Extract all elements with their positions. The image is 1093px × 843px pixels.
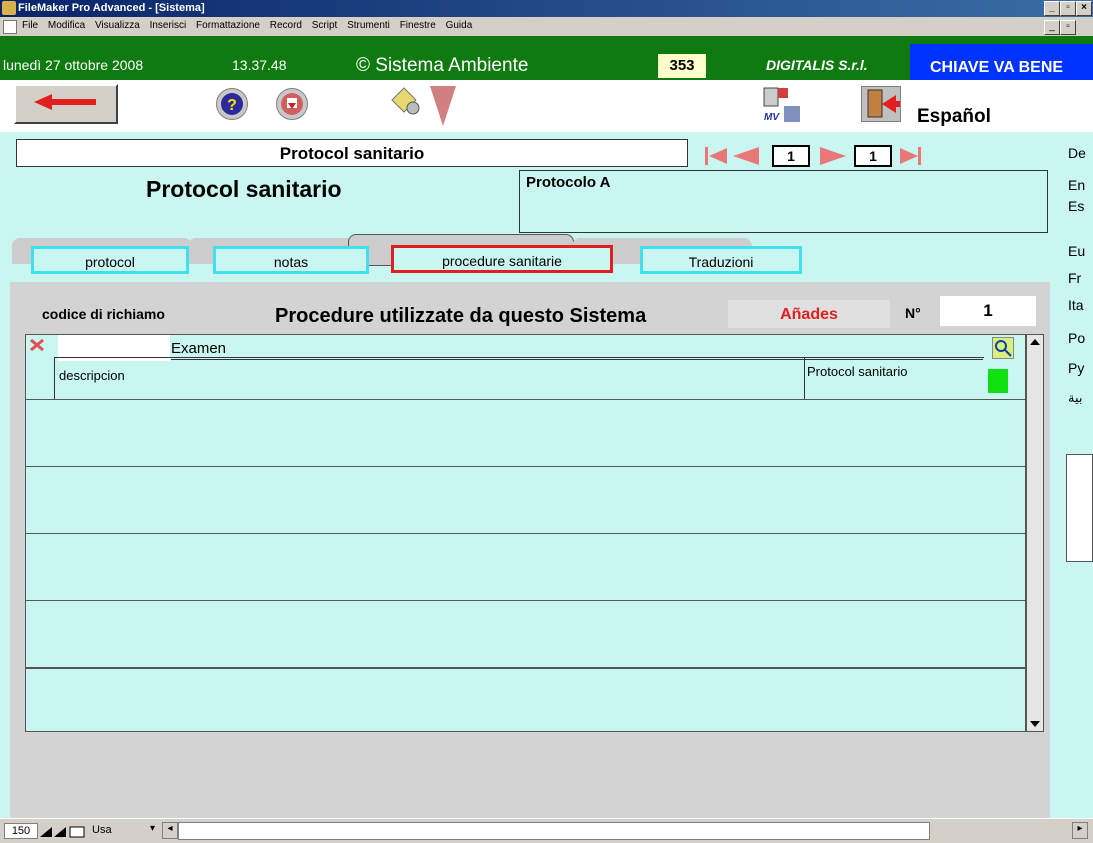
language-fr[interactable]: Fr	[1068, 270, 1081, 286]
scroll-right-button[interactable]: ▸	[1072, 822, 1088, 839]
search-button[interactable]	[992, 337, 1014, 359]
menu-script[interactable]: Script	[312, 20, 338, 31]
scroll-left-button[interactable]: ◂	[162, 822, 178, 839]
record-count-badge: 353	[658, 54, 706, 78]
tab-traduzioni[interactable]: Traduzioni	[640, 246, 802, 274]
export-button[interactable]	[276, 88, 308, 120]
procedure-count-field: 1	[940, 296, 1036, 326]
zoom-level[interactable]: 150	[4, 823, 38, 839]
doc-restore-button[interactable]: ▫	[1060, 20, 1076, 35]
date-label: lunedì 27 ottobre 2008	[3, 57, 144, 73]
language-de[interactable]: De	[1068, 145, 1086, 161]
download-icon	[281, 93, 303, 115]
help-button[interactable]: ?	[216, 88, 248, 120]
portal-scrollbar[interactable]	[1026, 334, 1044, 732]
portal-row-2[interactable]	[25, 400, 1026, 467]
language-eu[interactable]: Eu	[1068, 243, 1085, 259]
filemaker-app-icon	[2, 1, 16, 15]
tab-procedure-sanitarie[interactable]: procedure sanitarie	[391, 245, 613, 273]
back-button[interactable]	[14, 84, 118, 124]
horizontal-scrollbar[interactable]	[178, 822, 930, 840]
language-ru[interactable]: Py	[1068, 360, 1084, 376]
total-records-field: 1	[854, 145, 892, 167]
side-field[interactable]	[1066, 454, 1093, 562]
search-icon	[993, 338, 1013, 358]
close-button[interactable]: ×	[1076, 1, 1092, 16]
exit-door-icon	[867, 89, 900, 118]
svg-text:MV: MV	[764, 112, 780, 123]
menu-guida[interactable]: Guida	[446, 20, 473, 31]
menu-modifica[interactable]: Modifica	[48, 20, 85, 31]
language-ar[interactable]: بية	[1068, 390, 1083, 406]
mode-dropdown-icon[interactable]: ▾	[150, 823, 155, 834]
description-field[interactable]: descripcion	[54, 357, 804, 399]
tab-notas[interactable]: notas	[213, 246, 369, 274]
menu-finestre[interactable]: Finestre	[400, 20, 436, 31]
language-en[interactable]: En	[1068, 177, 1085, 193]
record-title-field[interactable]: Protocol sanitario	[16, 139, 688, 167]
app-name: © Sistema Ambiente	[356, 55, 529, 76]
code-column-label: codice di richiamo	[42, 306, 165, 322]
first-record-icon	[705, 147, 727, 165]
protocol-link-field[interactable]: Protocol sanitario	[804, 357, 984, 399]
back-arrow-icon	[34, 94, 96, 110]
status-bar: 150 Usa ▾ ◂ ▸	[0, 818, 1093, 843]
language-es[interactable]: Es	[1068, 198, 1084, 214]
exit-button[interactable]	[861, 86, 901, 122]
window-title: FileMaker Pro Advanced - [Sistema]	[18, 2, 205, 14]
maximize-button[interactable]: ▫	[1060, 1, 1076, 16]
number-label: N°	[905, 305, 921, 321]
protocol-name-field[interactable]: Protocolo A	[519, 170, 1048, 233]
add-button[interactable]: Añades	[728, 300, 890, 328]
record-heading: Protocol sanitario	[146, 176, 342, 202]
current-record-field[interactable]: 1	[772, 145, 810, 167]
key-and-arrow-icon[interactable]	[386, 82, 456, 128]
document-icon[interactable]	[3, 20, 17, 34]
company-name: DIGITALIS S.r.l.	[766, 57, 868, 73]
language-pt[interactable]: Po	[1068, 330, 1085, 346]
menu-strumenti[interactable]: Strumenti	[347, 20, 390, 31]
zoom-controls-icon[interactable]	[40, 823, 88, 839]
menu-visualizza[interactable]: Visualizza	[95, 20, 140, 31]
delete-icon[interactable]	[29, 337, 45, 353]
scroll-arrows-icon	[1030, 339, 1040, 727]
procedures-heading: Procedure utilizzate da questo Sistema	[275, 305, 647, 327]
svg-text:?: ?	[227, 97, 237, 114]
language-label[interactable]: Español	[917, 106, 991, 128]
menu-file[interactable]: File	[22, 20, 38, 31]
portal-row-6[interactable]	[25, 668, 1026, 732]
menu-bar: File Modifica Visualizza Inserisci Forma…	[0, 17, 1093, 36]
print-to-disk-icon[interactable]: MV	[760, 84, 810, 128]
portal-row-4[interactable]	[25, 534, 1026, 601]
portal-row-3[interactable]	[25, 467, 1026, 534]
language-it[interactable]: Ita	[1068, 297, 1084, 313]
tab-protocol[interactable]: protocol	[31, 246, 189, 274]
portal-row-5[interactable]	[25, 601, 1026, 668]
last-record-icon	[900, 147, 921, 165]
menu-inserisci[interactable]: Inserisci	[150, 20, 187, 31]
license-banner: CHIAVE VA BENE	[910, 44, 1093, 80]
help-icon: ?	[221, 93, 243, 115]
menu-record[interactable]: Record	[270, 20, 302, 31]
previous-record-icon	[733, 147, 759, 165]
status-indicator	[988, 369, 1008, 393]
title-bar: FileMaker Pro Advanced - [Sistema] _ ▫ ×	[0, 0, 1093, 17]
menu-formattazione[interactable]: Formattazione	[196, 20, 260, 31]
doc-minimize-button[interactable]: _	[1044, 20, 1060, 35]
portal-row-1[interactable]: Examen descripcion Protocol sanitario	[25, 334, 1026, 400]
minimize-button[interactable]: _	[1044, 1, 1060, 16]
mode-label[interactable]: Usa	[92, 824, 112, 836]
time-label: 13.37.48	[232, 57, 287, 73]
next-record-icon	[820, 147, 846, 165]
